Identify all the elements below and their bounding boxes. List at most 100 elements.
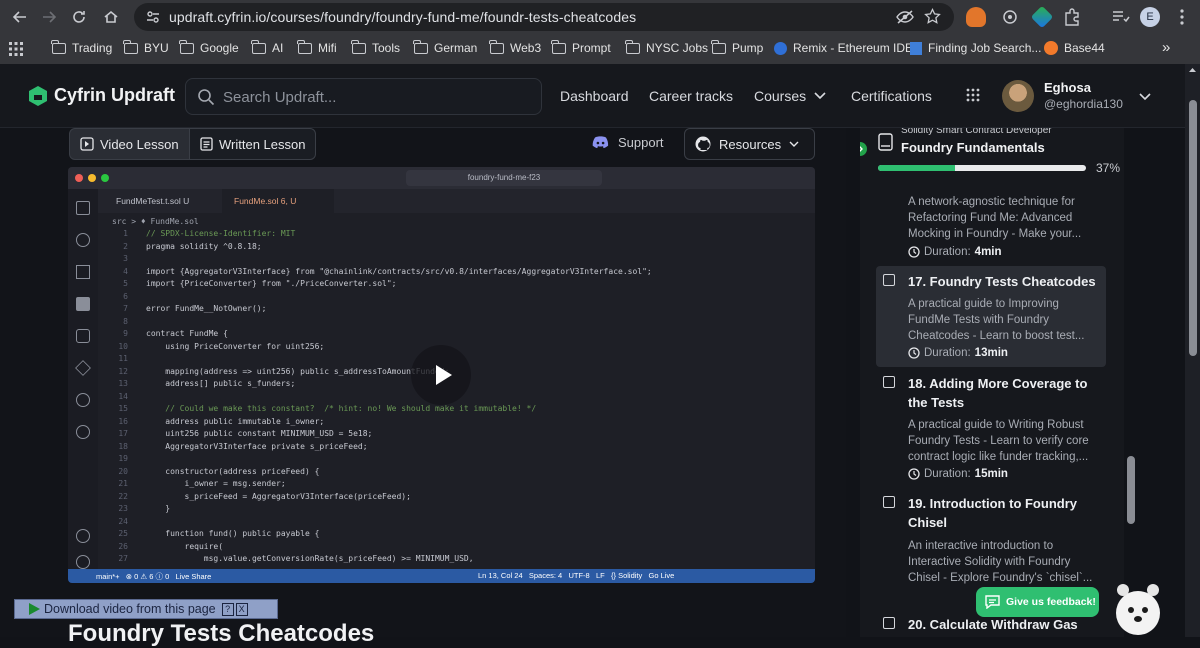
lesson-20-title[interactable]: 20. Calculate Withdraw Gas <box>908 615 1118 634</box>
folder-icon <box>351 39 366 54</box>
apps-grid-icon[interactable] <box>9 42 23 56</box>
bookmark-prompt[interactable]: Prompt <box>551 39 611 55</box>
line-number: 15 <box>118 404 128 413</box>
nav-courses[interactable]: Courses <box>754 88 806 104</box>
code-line: AggregatorV3Interface private s_priceFee… <box>146 441 368 451</box>
reading-list-icon[interactable] <box>1110 7 1130 27</box>
play-button[interactable] <box>411 345 471 405</box>
cyfrin-logo-icon[interactable] <box>26 84 50 108</box>
sidebar-scrollbar[interactable] <box>1125 128 1137 637</box>
profile-avatar[interactable]: E <box>1140 7 1160 27</box>
clock-icon <box>908 468 920 480</box>
reload-icon[interactable] <box>68 6 90 28</box>
lesson-19-checkbox[interactable] <box>883 496 895 508</box>
video-player[interactable]: foundry-fund-me-f23 FundMeTest.t.sol U F… <box>68 167 815 583</box>
bookmarks-overflow[interactable]: » <box>1162 39 1170 56</box>
bookmark-nysc-jobs[interactable]: NYSC Jobs <box>625 39 708 55</box>
github-icon <box>695 136 711 152</box>
lesson-19-title[interactable]: 19. Introduction to Foundry Chisel <box>908 494 1088 532</box>
editor-tabs: FundMeTest.t.sol U FundMe.sol 6, U <box>98 189 815 213</box>
browser-menu-icon[interactable] <box>1172 7 1192 27</box>
support-link[interactable]: Support <box>592 135 664 150</box>
address-bar[interactable]: updraft.cyfrin.io/courses/foundry/foundr… <box>134 3 954 31</box>
chevron-down-icon[interactable] <box>814 90 826 100</box>
expand-toggle[interactable] <box>860 142 867 156</box>
feedback-button[interactable]: Give us feedback! <box>976 587 1099 617</box>
home-icon[interactable] <box>100 6 122 28</box>
scroll-up-icon[interactable] <box>1188 66 1197 74</box>
folder-icon <box>489 39 504 54</box>
code-line: msg.value.getConversionRate(s_priceFeed)… <box>146 554 474 563</box>
bookmark-trading[interactable]: Trading <box>51 39 112 55</box>
user-name: Eghosa <box>1044 80 1091 95</box>
help-icon[interactable]: ? <box>221 602 234 616</box>
bookmark-ai[interactable]: AI <box>251 39 283 55</box>
lesson-18-checkbox[interactable] <box>883 376 895 388</box>
play-icon <box>29 603 40 615</box>
bookmark-german[interactable]: German <box>413 39 477 55</box>
search-icon <box>197 88 215 106</box>
tab-video-lesson[interactable]: Video Lesson <box>69 128 190 160</box>
tab-written-lesson[interactable]: Written Lesson <box>190 128 317 160</box>
bookmark-remix[interactable]: Remix - Ethereum IDE <box>774 41 913 55</box>
user-menu-chevron-icon[interactable] <box>1139 91 1151 101</box>
line-number: 14 <box>118 391 128 401</box>
sidebar-scroll-thumb[interactable] <box>1127 456 1135 524</box>
address-row: updraft.cyfrin.io/courses/foundry/foundr… <box>0 0 1200 34</box>
folder-icon <box>551 39 566 54</box>
site-settings-icon[interactable] <box>145 9 161 25</box>
line-number: 1 <box>123 229 128 238</box>
line-number: 2 <box>123 241 128 251</box>
search-input[interactable]: Search Updraft... <box>185 78 542 115</box>
lesson-20-checkbox[interactable] <box>883 617 895 629</box>
code-line: address public immutable i_owner; <box>146 416 325 426</box>
lesson-17-checkbox[interactable] <box>883 274 895 286</box>
wallet-extension-icon[interactable] <box>1030 5 1054 29</box>
bookmark-web3[interactable]: Web3 <box>489 39 541 55</box>
bookmark-star-icon[interactable] <box>924 8 941 25</box>
bookmark-byu[interactable]: BYU <box>123 39 169 55</box>
apps-menu-icon[interactable] <box>966 88 980 102</box>
bookmark-tools[interactable]: Tools <box>351 39 400 55</box>
forward-icon[interactable] <box>38 6 60 28</box>
folder-icon <box>711 39 726 54</box>
extensions-icon[interactable] <box>1062 7 1082 27</box>
code-line: // Could we make this constant? /* hint:… <box>146 404 537 413</box>
course-name: Foundry Fundamentals <box>901 140 1045 155</box>
line-number: 16 <box>118 416 128 426</box>
user-avatar[interactable] <box>1002 80 1034 112</box>
progress-percent: 37% <box>1096 161 1121 175</box>
nav-certifications[interactable]: Certifications <box>851 88 932 104</box>
metamask-extension-icon[interactable] <box>966 7 986 27</box>
nav-dashboard[interactable]: Dashboard <box>560 88 629 104</box>
status-right: Ln 13, Col 24 Spaces: 4 UTF-8 LF {} Soli… <box>478 571 675 580</box>
code-line: contract FundMe { <box>146 329 228 338</box>
page-scrollbar[interactable] <box>1185 64 1200 637</box>
back-icon[interactable] <box>9 6 31 28</box>
download-video-bar[interactable]: Download video from this page ? X <box>14 599 278 619</box>
code-line: using PriceConverter for uint256; <box>146 341 325 351</box>
mascot-bear-icon[interactable] <box>1115 573 1161 637</box>
bookmark-mifi[interactable]: Mifi <box>297 39 337 55</box>
bookmark-job-search[interactable]: Finding Job Search... <box>910 41 1041 55</box>
bookmark-pump[interactable]: Pump <box>711 39 763 55</box>
lesson-17-title[interactable]: 17. Foundry Tests Cheatcodes <box>908 272 1103 291</box>
bookmark-google[interactable]: Google <box>179 39 239 55</box>
lesson-18-title[interactable]: 18. Adding More Coverage to the Tests <box>908 374 1088 412</box>
puzzle-extension-icon[interactable] <box>1000 7 1020 27</box>
code-line: s_priceFeed = AggregatorV3Interface(pric… <box>146 491 411 501</box>
close-icon[interactable]: X <box>235 602 248 616</box>
resources-dropdown[interactable]: Resources <box>684 128 815 160</box>
eye-off-icon[interactable] <box>896 9 914 25</box>
code-line: uint256 public constant MINIMUM_USD = 5e… <box>146 429 373 438</box>
bookmark-base44[interactable]: Base44 <box>1044 41 1105 55</box>
folder-icon <box>123 39 138 54</box>
editor-statusbar: main*+ ⊗ 0 ⚠ 6 ⓘ 0 Live Share Ln 13, Col… <box>68 569 815 583</box>
code-line: } <box>146 504 171 513</box>
brand-name[interactable]: Cyfrin Updraft <box>54 85 175 106</box>
nav-career-tracks[interactable]: Career tracks <box>649 88 733 104</box>
line-number: 21 <box>118 479 128 488</box>
scroll-thumb[interactable] <box>1189 100 1197 356</box>
